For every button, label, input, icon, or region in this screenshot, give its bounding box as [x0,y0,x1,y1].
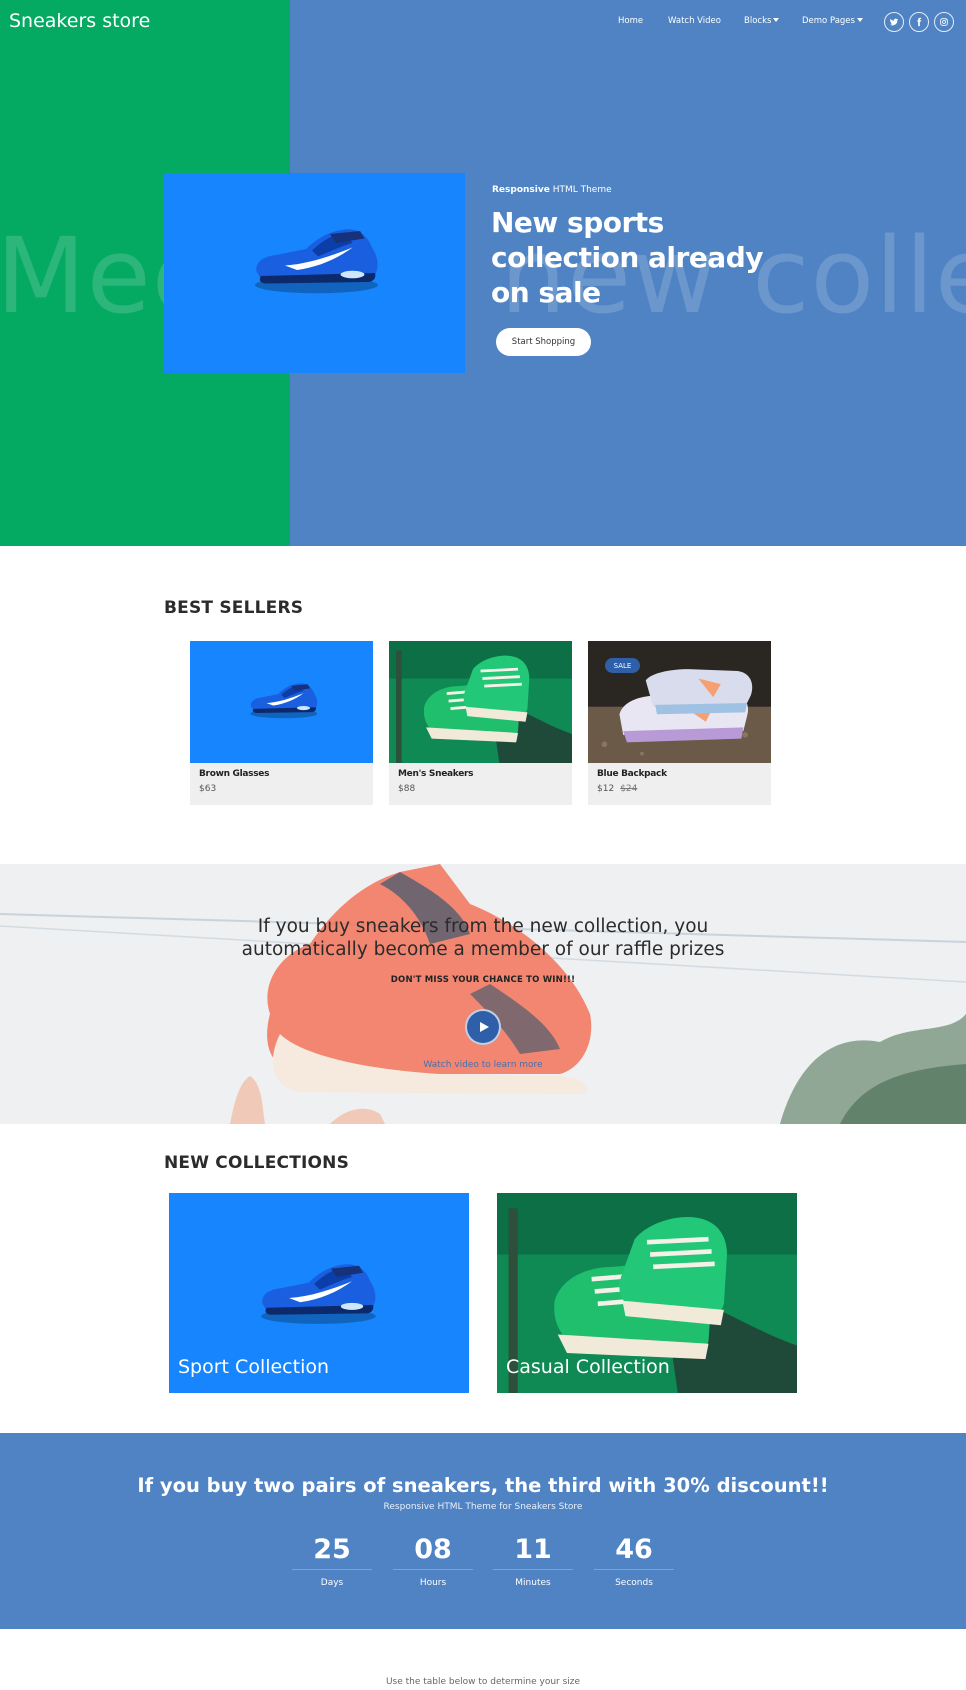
hero-product-image [164,173,465,373]
product-image[interactable] [190,641,373,763]
product-name[interactable]: Brown Glasses [199,769,269,779]
countdown-seconds: 46 Seconds [594,1533,674,1588]
hero-eyebrow: Responsive HTML Theme [492,185,612,195]
product-price-current: $63 [199,784,217,794]
hero-title: New sports collection already on sale [491,205,791,310]
raffle-promo-section: If you buy sneakers from the new collect… [0,864,966,1124]
start-shopping-button[interactable]: Start Shopping [496,328,591,356]
countdown-value: 11 [514,1534,552,1565]
new-collections-title: NEW COLLECTIONS [164,1153,350,1173]
green-sneakers-image [389,641,572,763]
collection-card-casual[interactable]: Casual Collection [497,1193,797,1393]
collection-card-sport[interactable]: Sport Collection [169,1193,469,1393]
product-image[interactable]: SALE [588,641,771,763]
product-price: $88 [398,784,415,794]
play-video-button[interactable] [465,1009,501,1045]
countdown-divider [493,1569,573,1570]
product-card[interactable]: Men's Sneakers $88 [389,641,572,805]
countdown-label: Seconds [615,1578,653,1588]
product-price-current: $88 [398,784,416,794]
product-price-current: $12 [597,784,615,794]
countdown-days: 25 Days [292,1533,372,1588]
watch-video-link[interactable]: Watch video to learn more [0,1060,966,1070]
countdown-divider [393,1569,473,1570]
countdown-divider [594,1569,674,1570]
countdown-value: 08 [414,1534,452,1565]
collection-label: Sport Collection [178,1356,330,1378]
blue-sneaker-image [255,229,378,294]
product-name[interactable]: Blue Backpack [597,769,667,779]
countdown-value: 25 [313,1534,351,1565]
countdown-label: Days [320,1578,344,1588]
chevron-down-icon [773,18,780,22]
discount-title: If you buy two pairs of sneakers, the th… [137,1474,829,1497]
promo-subtitle: DON'T MISS YOUR CHANCE TO WIN!!! [390,975,576,985]
nav-home[interactable]: Home [618,16,643,26]
product-price-old: $24 [620,784,638,794]
promo-background-image [0,864,966,1124]
product-name[interactable]: Men's Sneakers [398,769,474,779]
discount-subtitle: Responsive HTML Theme for Sneakers Store [383,1502,583,1512]
hero-eyebrow-rest: HTML Theme [549,185,612,195]
twitter-icon[interactable] [884,12,904,32]
instagram-icon[interactable] [934,12,954,32]
countdown-value: 46 [615,1534,653,1565]
countdown-label: Minutes [515,1578,551,1588]
nav-demo-pages[interactable]: Demo Pages [802,16,863,26]
product-card[interactable]: Brown Glasses $63 [190,641,373,805]
sale-badge: SALE [605,658,640,673]
nav-blocks-label: Blocks [744,16,772,26]
hero-section: Meet the new collection Sneakers store H… [0,0,966,546]
promo-headline-line-1: If you buy sneakers from the new collect… [257,916,709,937]
product-image[interactable] [389,641,572,763]
countdown-minutes: 11 Minutes [493,1533,573,1588]
product-card[interactable]: SALE Blue Backpack $12 $24 [588,641,771,805]
best-sellers-title: BEST SELLERS [164,598,304,618]
promo-headline-line-2: automatically become a member of our raf… [241,939,725,960]
product-price: $12 $24 [597,784,637,794]
countdown-divider [292,1569,372,1570]
chevron-down-icon [856,18,863,22]
facebook-icon[interactable] [909,12,929,32]
hero-title-line-3: on sale [491,276,601,309]
play-icon [480,1022,489,1032]
size-table-note: Use the table below to determine your si… [385,1677,581,1687]
discount-countdown-section: If you buy two pairs of sneakers, the th… [0,1433,966,1629]
product-price: $63 [199,784,216,794]
nav-demo-pages-label: Demo Pages [802,16,855,26]
hero-eyebrow-bold: Responsive [492,185,550,195]
hero-title-line-1: New sports [491,206,664,239]
countdown-label: Hours [419,1578,447,1588]
nav-watch-video[interactable]: Watch Video [668,16,721,26]
hero-title-line-2: collection already [491,241,764,274]
nav-blocks[interactable]: Blocks [744,16,780,26]
collection-label: Casual Collection [506,1356,670,1378]
hero-background-text: Meet the new collection [0,215,966,337]
blue-sneaker-image [250,683,318,719]
promo-headline: If you buy sneakers from the new collect… [0,915,966,961]
main-nav: Home Watch Video Blocks Demo Pages [0,16,966,32]
countdown-hours: 08 Hours [393,1533,473,1588]
